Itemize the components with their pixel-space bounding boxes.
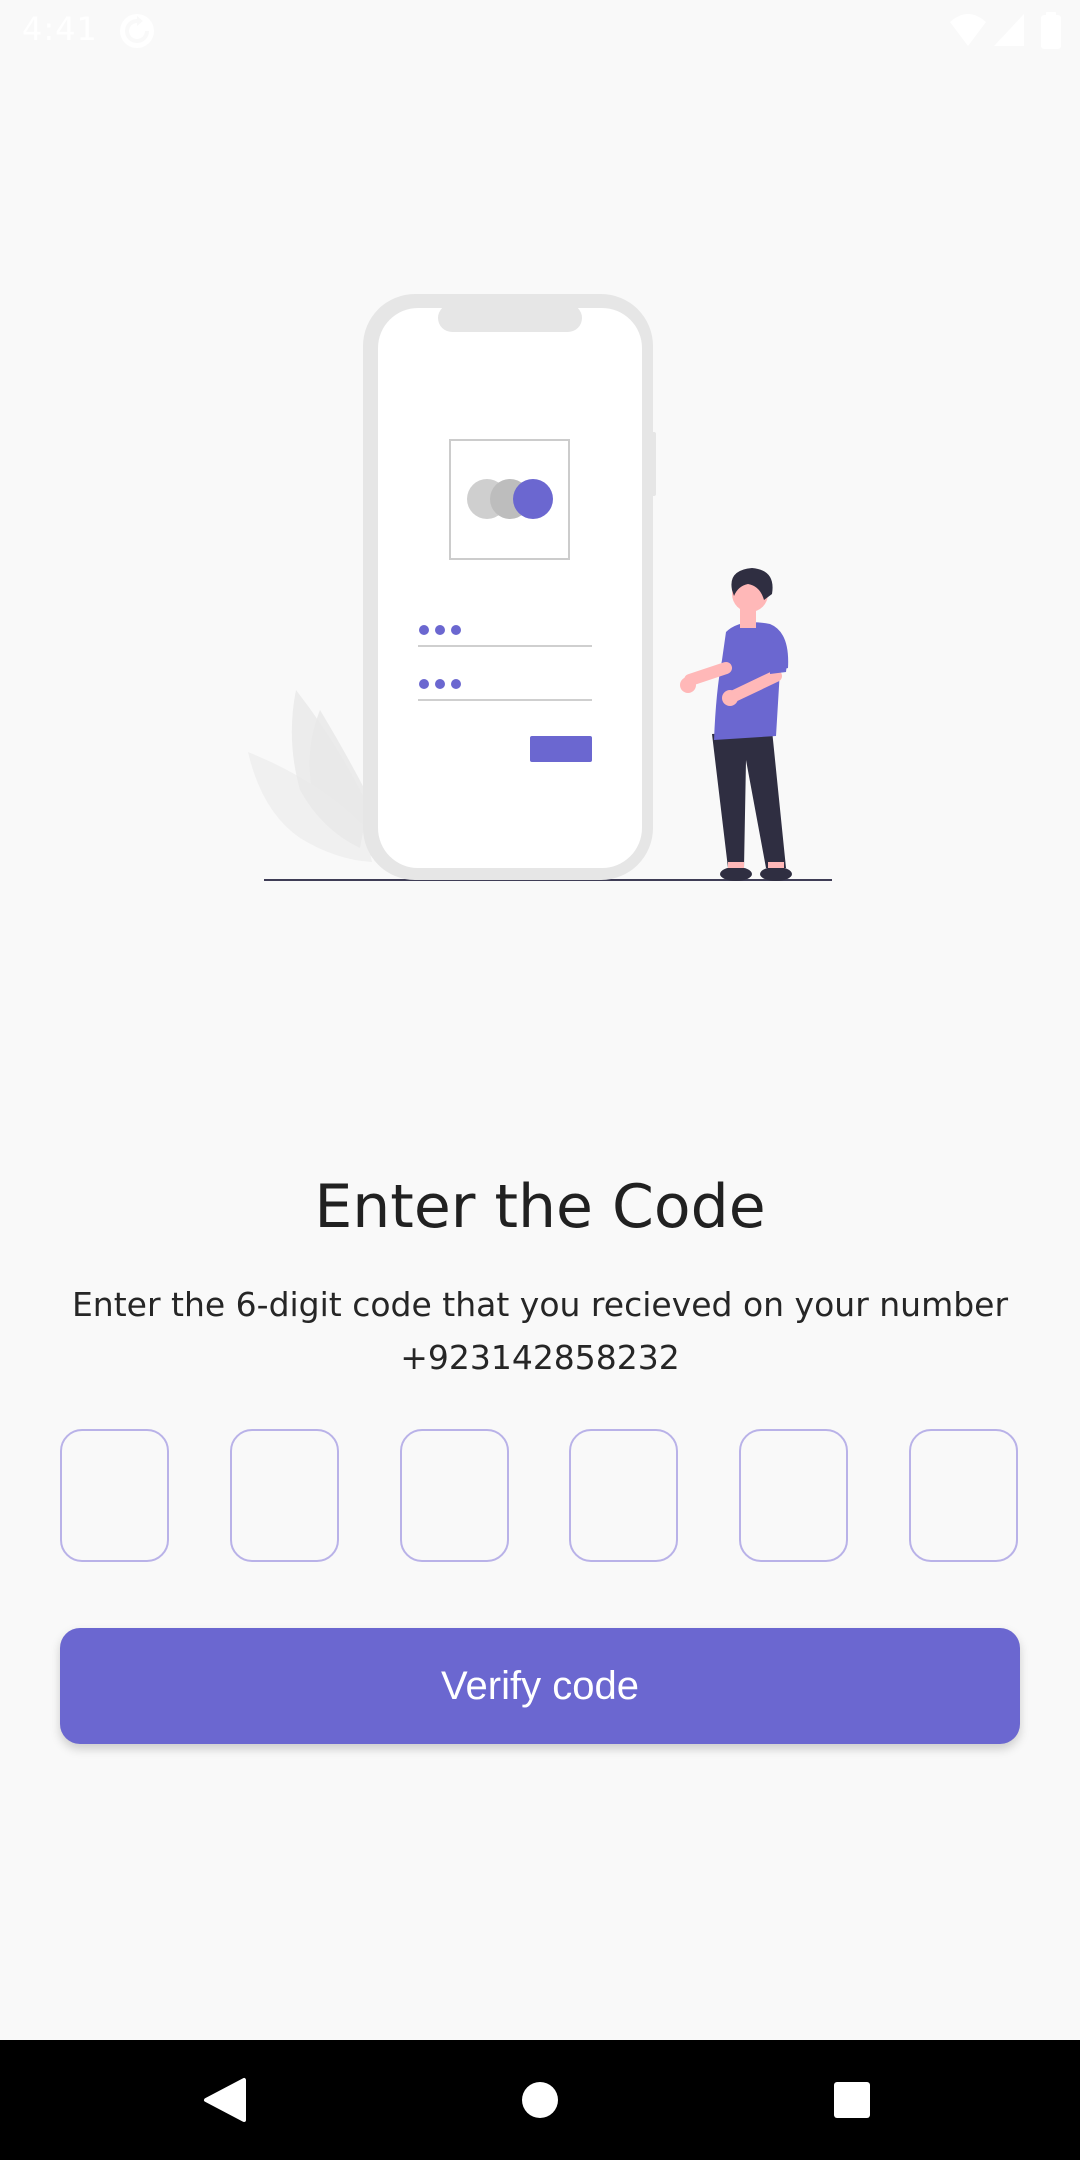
page-title: Enter the Code bbox=[314, 1172, 766, 1242]
otp-input-row bbox=[60, 1429, 1020, 1565]
phone-screen bbox=[378, 308, 642, 868]
otp-digit-3[interactable] bbox=[400, 1429, 509, 1562]
otp-digit-4[interactable] bbox=[569, 1429, 678, 1562]
page-subtitle: Enter the 6-digit code that you recieved… bbox=[71, 1285, 1009, 1377]
person-figure bbox=[680, 568, 792, 881]
system-nav-bar bbox=[0, 2040, 1080, 2160]
back-icon[interactable] bbox=[166, 2040, 286, 2160]
recents-icon[interactable] bbox=[792, 2040, 912, 2160]
otp-digit-1[interactable] bbox=[60, 1429, 169, 1562]
phone-notch bbox=[438, 304, 582, 332]
home-icon[interactable] bbox=[480, 2040, 600, 2160]
phone-side-button bbox=[650, 432, 656, 496]
leaf-decoration bbox=[248, 690, 380, 862]
otp-digit-2[interactable] bbox=[230, 1429, 339, 1562]
otp-digit-5[interactable] bbox=[739, 1429, 848, 1562]
verify-code-button[interactable]: Verify code bbox=[60, 1628, 1020, 1744]
verify-code-screen: 4:41 Enter the Code Enter the 6-digit co… bbox=[0, 0, 1080, 2160]
otp-digit-6[interactable] bbox=[909, 1429, 1018, 1562]
fake-submit-button bbox=[530, 736, 592, 762]
login-phone-illustration bbox=[248, 294, 832, 881]
